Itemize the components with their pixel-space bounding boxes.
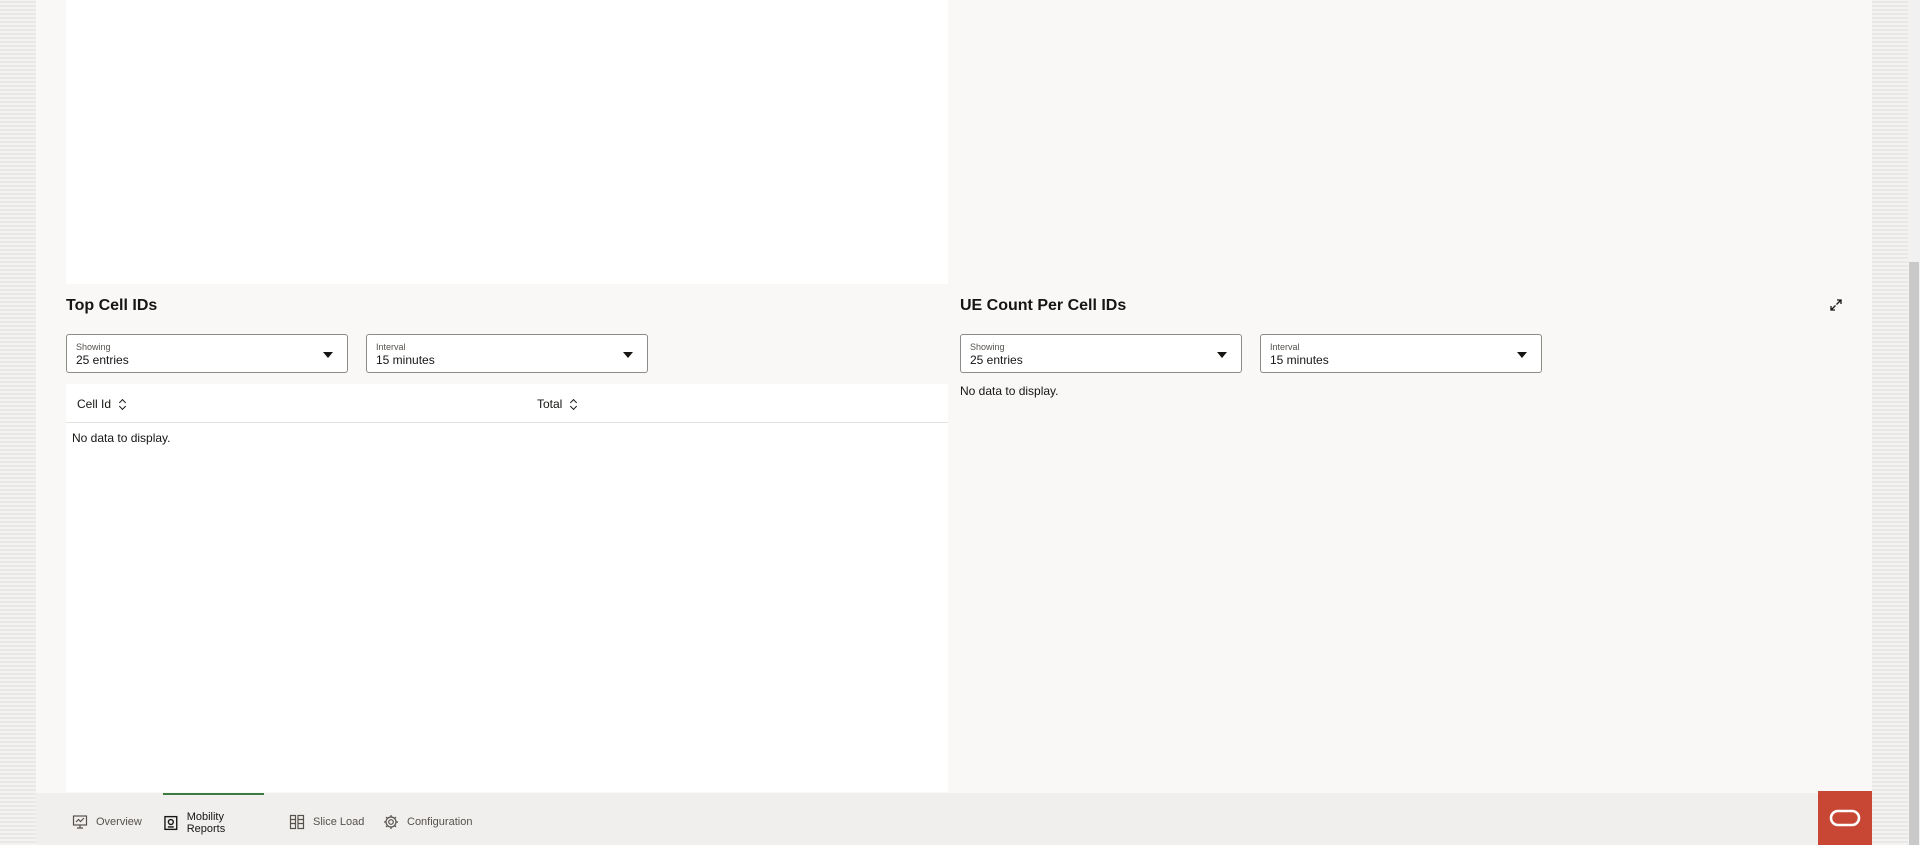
column-header-total[interactable]: Total: [537, 397, 578, 411]
tab-mobility-reports-label: Mobility Reports: [186, 811, 226, 835]
top-chart-area: [66, 0, 948, 284]
report-icon: [164, 815, 178, 831]
left-empty-message: No data to display.: [72, 431, 171, 445]
left-showing-value: 25 entries: [76, 353, 129, 367]
tab-configuration-label: Configuration: [407, 816, 473, 828]
right-interval-value: 15 minutes: [1270, 353, 1329, 367]
top-cell-ids-title: Top Cell IDs: [66, 297, 158, 314]
ue-count-title: UE Count Per Cell IDs: [960, 297, 1127, 314]
slice-icon: [289, 814, 305, 830]
left-interval-label: Interval: [376, 342, 406, 352]
chevron-down-icon: [1217, 352, 1227, 358]
right-interval-label: Interval: [1270, 342, 1300, 352]
right-empty-message: No data to display.: [960, 384, 1059, 398]
oracle-logo-button[interactable]: [1818, 791, 1872, 845]
column-header-cell-id[interactable]: Cell Id: [77, 397, 127, 411]
left-interval-select[interactable]: Interval 15 minutes: [366, 334, 648, 373]
chevron-down-icon: [1517, 352, 1527, 358]
right-showing-value: 25 entries: [970, 353, 1023, 367]
right-showing-select[interactable]: Showing 25 entries: [960, 334, 1242, 373]
left-showing-label: Showing: [76, 342, 111, 352]
monitor-icon: [72, 815, 88, 829]
tab-overview[interactable]: Overview: [72, 793, 142, 845]
tab-slice-load[interactable]: Slice Load: [289, 793, 364, 845]
expand-icon[interactable]: [1829, 298, 1843, 312]
tab-mobility-reports[interactable]: Mobility Reports: [163, 793, 264, 845]
gear-icon: [384, 815, 398, 829]
oracle-logo-icon: [1829, 809, 1861, 827]
right-interval-select[interactable]: Interval 15 minutes: [1260, 334, 1542, 373]
column-header-total-label: Total: [537, 397, 563, 411]
tab-slice-load-label: Slice Load: [313, 816, 365, 828]
chevron-down-icon: [623, 352, 633, 358]
left-showing-select[interactable]: Showing 25 entries: [66, 334, 348, 373]
page-scrollbar-thumb[interactable]: [1909, 262, 1919, 845]
tab-overview-label: Overview: [96, 816, 142, 828]
tab-configuration[interactable]: Configuration: [383, 793, 472, 845]
column-header-cell-id-label: Cell Id: [77, 397, 112, 411]
sort-icon[interactable]: [119, 398, 127, 410]
table-header: Cell Id Total: [66, 384, 948, 423]
sort-icon[interactable]: [570, 398, 578, 410]
right-showing-label: Showing: [970, 342, 1005, 352]
chevron-down-icon: [323, 352, 333, 358]
left-interval-value: 15 minutes: [376, 353, 435, 367]
top-cell-ids-table-body: [66, 384, 948, 792]
